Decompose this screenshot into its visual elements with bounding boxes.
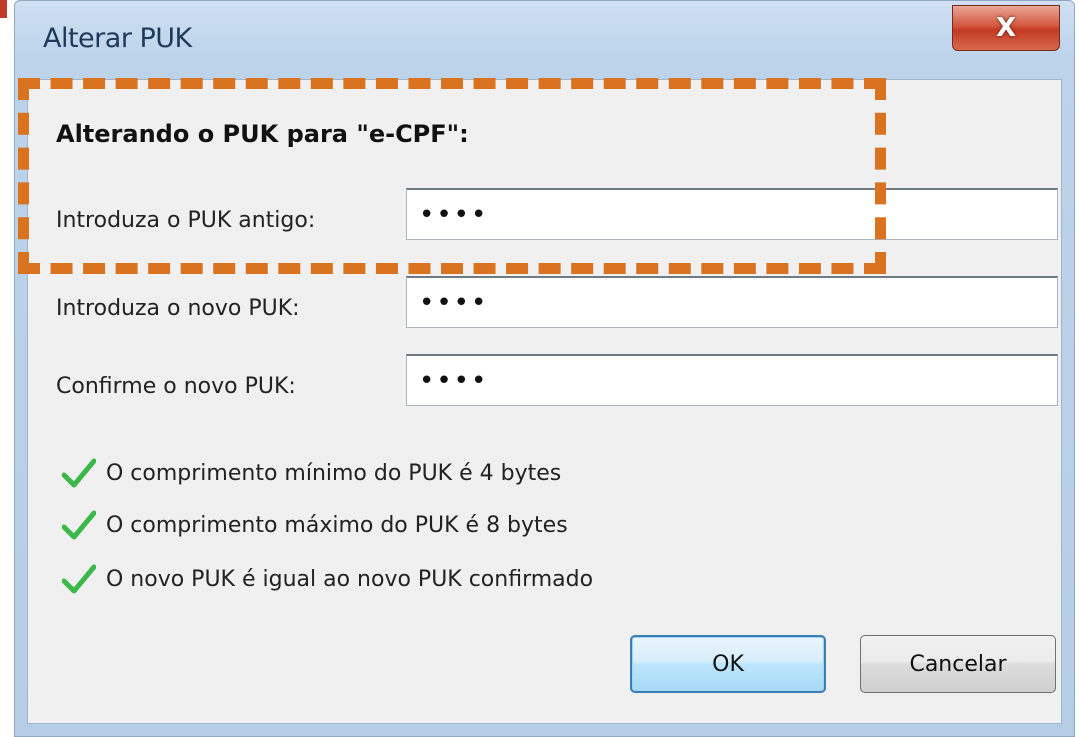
close-button[interactable]: X	[952, 5, 1060, 51]
confirm-puk-field[interactable]: ••••	[406, 354, 1058, 406]
ok-button[interactable]: OK	[630, 635, 826, 693]
window-title: Alterar PUK	[43, 23, 192, 54]
check-match: O novo PUK é igual ao novo PUK confirmad…	[62, 564, 593, 594]
title-bar: Alterar PUK X	[15, 1, 1074, 79]
edge-marker	[0, 0, 7, 18]
checkmark-icon	[62, 458, 96, 488]
close-icon: X	[995, 13, 1017, 43]
new-puk-label: Introduza o novo PUK:	[56, 296, 300, 321]
cancel-button[interactable]: Cancelar	[860, 635, 1056, 693]
checkmark-icon	[62, 564, 96, 594]
new-puk-value: ••••	[419, 287, 489, 318]
check-text: O novo PUK é igual ao novo PUK confirmad…	[106, 566, 594, 592]
check-text: O comprimento máximo do PUK é 8 bytes	[106, 512, 568, 538]
check-min-length: O comprimento mínimo do PUK é 4 bytes	[62, 458, 561, 488]
new-puk-field[interactable]: ••••	[406, 276, 1058, 328]
checkmark-icon	[62, 510, 96, 540]
confirm-puk-label: Confirme o novo PUK:	[56, 374, 296, 399]
confirm-puk-value: ••••	[419, 365, 489, 396]
check-max-length: O comprimento máximo do PUK é 8 bytes	[62, 510, 568, 540]
highlight-box	[18, 78, 886, 274]
check-text: O comprimento mínimo do PUK é 4 bytes	[106, 460, 562, 486]
